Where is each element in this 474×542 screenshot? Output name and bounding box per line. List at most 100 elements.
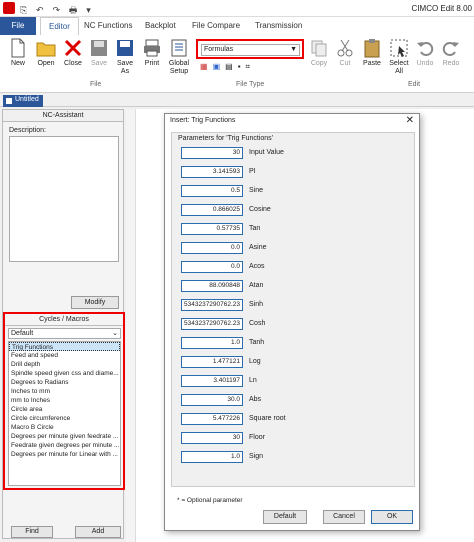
param-row: 1.0 Tanh	[181, 337, 411, 350]
cycles-select[interactable]: Default ⌄	[8, 328, 121, 339]
list-item[interactable]: Circle circumference	[9, 414, 120, 423]
param-label: Tan	[249, 225, 261, 232]
param-input[interactable]: 0.0	[181, 242, 243, 254]
list-item[interactable]: Degrees per minute for Linear with ...	[9, 450, 120, 459]
open-label: Open	[37, 60, 55, 67]
param-input[interactable]: 0.866025	[181, 204, 243, 216]
param-row: 0.57735 Tan	[181, 223, 411, 236]
list-item[interactable]: Degrees to Radians	[9, 378, 120, 387]
list-item[interactable]: mm to Inches	[9, 396, 120, 405]
undo-button[interactable]: Undo	[414, 38, 436, 68]
param-row: 1.477121 Log	[181, 356, 411, 369]
param-input[interactable]: 3.401197	[181, 375, 243, 387]
param-input[interactable]: 5343237290762.23	[181, 299, 243, 311]
param-row: 3.401197 Ln	[181, 375, 411, 388]
floppy-icon	[91, 40, 107, 56]
list-item[interactable]: Spindle speed given css and diame...	[9, 369, 120, 378]
param-input[interactable]: 30	[181, 432, 243, 444]
list-item[interactable]: Circle area	[9, 405, 120, 414]
text-file-icon[interactable]: ▤	[225, 62, 238, 71]
param-label: Log	[249, 358, 261, 365]
document-tab-label: Untitled	[15, 96, 39, 103]
undo-label: Undo	[416, 60, 434, 67]
param-input[interactable]: 30	[181, 147, 243, 159]
global-setup-button[interactable]: Global Setup	[166, 38, 192, 76]
param-input[interactable]: 0.57735	[181, 223, 243, 235]
save-as-button[interactable]: Save As	[113, 38, 137, 76]
list-item[interactable]: Feed and speed	[9, 351, 120, 360]
paste-button[interactable]: Paste	[360, 38, 384, 68]
tab-transmission[interactable]: Transmission	[247, 17, 310, 35]
list-item[interactable]: Macro B Circle	[9, 423, 120, 432]
file-type-icons[interactable]: ▦▣▤▪⌗	[200, 62, 255, 72]
param-label: Cosh	[249, 320, 266, 327]
cut-button[interactable]: Cut	[334, 38, 356, 68]
chevron-down-icon: ⌄	[112, 330, 118, 337]
param-input[interactable]: 0.0	[181, 261, 243, 273]
print-button[interactable]: Print	[140, 38, 164, 68]
param-label: Square root	[249, 415, 286, 422]
file-type-select[interactable]: Formulas ▼	[201, 44, 300, 56]
edit-group-label: Edit	[408, 81, 421, 88]
list-item[interactable]: Degrees per minute given feedrate ...	[9, 432, 120, 441]
param-input[interactable]: 1.477121	[181, 356, 243, 368]
tab-nc-functions[interactable]: NC Functions	[76, 17, 140, 35]
close-icon[interactable]: ✕	[406, 115, 414, 126]
param-label: Sign	[249, 453, 264, 460]
scissors-icon	[337, 39, 353, 57]
modify-button[interactable]: Modify	[71, 296, 119, 309]
document-icon	[6, 98, 12, 104]
open-button[interactable]: Open	[33, 38, 59, 68]
param-row: 0.0 Acos	[181, 261, 411, 274]
param-input[interactable]: 88.090848	[181, 280, 243, 292]
param-input[interactable]: 0.5	[181, 185, 243, 197]
nc-file-icon[interactable]: ▦	[200, 62, 213, 71]
copy-label: Copy	[310, 60, 328, 67]
new-button[interactable]: New	[6, 38, 30, 68]
param-input[interactable]: 1.0	[181, 337, 243, 349]
color-file-icon[interactable]: ▣	[213, 62, 226, 71]
copy-button[interactable]: Copy	[308, 38, 330, 68]
bracket-file-icon[interactable]: ⌗	[246, 62, 256, 71]
tab-file[interactable]: File	[0, 17, 36, 35]
param-row: 3.141593 PI	[181, 166, 411, 179]
save-button[interactable]: Save	[87, 38, 111, 68]
close-button[interactable]: Close	[61, 38, 85, 68]
close-icon	[64, 39, 82, 57]
title-bar: ⎘ ↶ ↷ 🖶 ▾ CIMCO Edit 8.00	[0, 0, 474, 17]
cancel-button[interactable]: Cancel	[323, 510, 365, 524]
media-file-icon[interactable]: ▪	[238, 62, 246, 71]
list-item[interactable]: Trig Functions	[9, 342, 120, 351]
param-row: 0.5 Sine	[181, 185, 411, 198]
ok-button[interactable]: OK	[371, 510, 413, 524]
param-input[interactable]: 1.0	[181, 451, 243, 463]
tab-editor[interactable]: Editor	[40, 17, 79, 35]
parameters-frame-label: Parameters for 'Trig Functions'	[178, 135, 273, 142]
description-label: Description:	[9, 127, 46, 134]
redo-label: Redo	[442, 60, 460, 67]
tab-file-compare[interactable]: File Compare	[184, 17, 248, 35]
document-tab[interactable]: Untitled	[3, 95, 43, 107]
param-input[interactable]: 5.477226	[181, 413, 243, 425]
list-item[interactable]: Drill depth	[9, 360, 120, 369]
list-item[interactable]: Feedrate given degrees per minute ...	[9, 441, 120, 450]
list-item[interactable]: Inches to mm	[9, 387, 120, 396]
tab-backplot[interactable]: Backplot	[137, 17, 184, 35]
select-all-button[interactable]: Select All	[387, 38, 411, 76]
param-row: 0.866025 Cosine	[181, 204, 411, 217]
optional-note: * = Optional parameter	[177, 497, 243, 504]
printer-icon	[144, 39, 160, 57]
chevron-down-icon: ▼	[290, 46, 297, 53]
default-button[interactable]: Default	[263, 510, 307, 524]
param-label: PI	[249, 168, 256, 175]
add-button[interactable]: Add	[75, 526, 121, 538]
param-input[interactable]: 30.0	[181, 394, 243, 406]
param-row: 88.090848 Atan	[181, 280, 411, 293]
find-button[interactable]: Find	[11, 526, 53, 538]
redo-button[interactable]: Redo	[440, 38, 462, 68]
param-input[interactable]: 5343237290762.23	[181, 318, 243, 330]
param-input[interactable]: 3.141593	[181, 166, 243, 178]
param-label: Acos	[249, 263, 265, 270]
param-label: Ln	[249, 377, 257, 384]
file-type-group-label: File Type	[236, 81, 265, 88]
